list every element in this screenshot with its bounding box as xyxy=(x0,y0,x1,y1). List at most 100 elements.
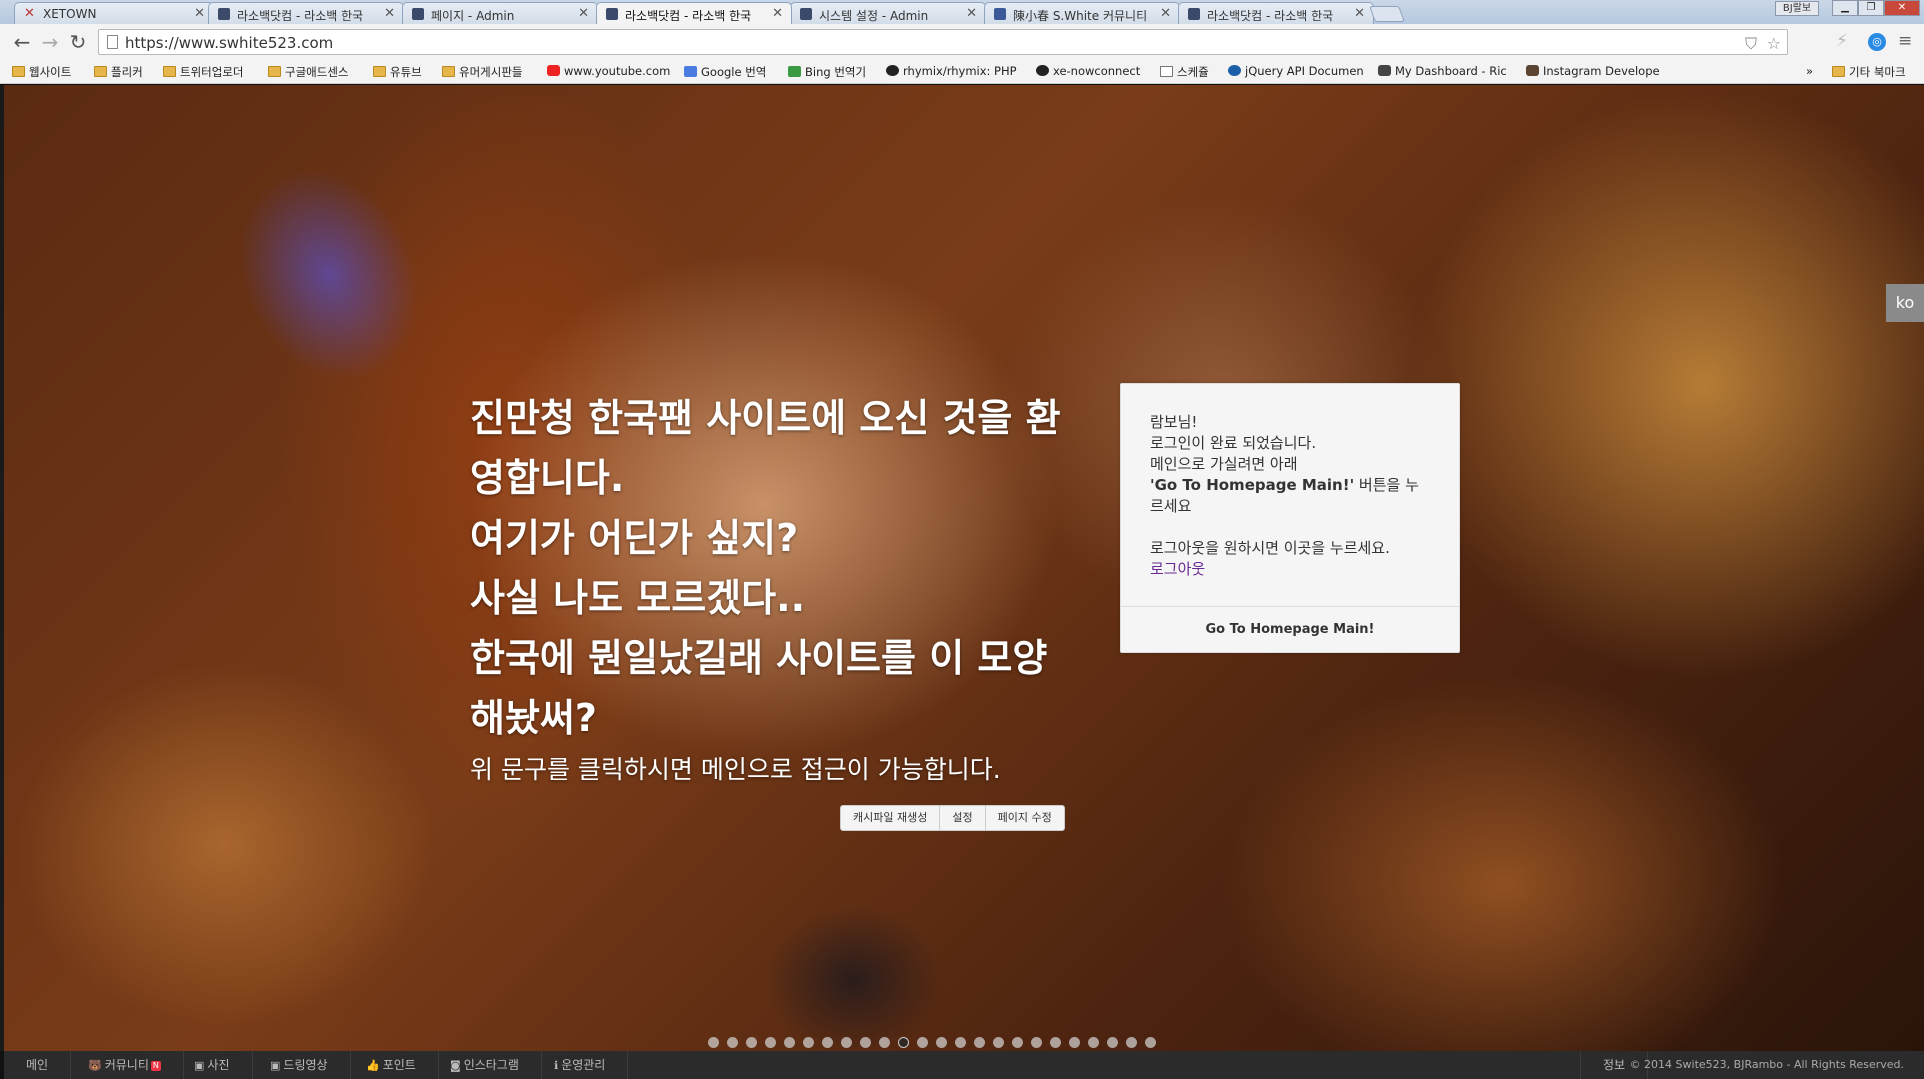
url-text[interactable]: https://www.swhite523.com xyxy=(125,34,333,52)
headline-line: 영합니다. xyxy=(470,456,625,500)
login-line: 르세요 xyxy=(1150,497,1192,515)
bookmarks-overflow-button[interactable]: » xyxy=(1806,64,1813,78)
slider-dot[interactable] xyxy=(708,1037,719,1048)
google-translate-icon xyxy=(684,66,697,77)
profile-button[interactable]: BJ랄보 xyxy=(1775,1,1819,16)
forward-icon[interactable]: → xyxy=(38,30,62,54)
slider-dot[interactable] xyxy=(936,1037,947,1048)
tab-system-settings[interactable]: 시스템 설정 - Admin ✕ xyxy=(790,2,986,24)
footer-point-link[interactable]: 👍 포인트 xyxy=(344,1051,439,1079)
bookmark-flickr[interactable]: 플리커 xyxy=(94,64,143,80)
window-close-icon[interactable]: ✕ xyxy=(1884,0,1920,16)
slider-dot[interactable] xyxy=(784,1037,795,1048)
bookmark-google-translate[interactable]: Google 번역 xyxy=(684,64,766,80)
maximize-icon[interactable]: ❐ xyxy=(1858,0,1884,16)
bookmark-instagram-developer[interactable]: Instagram Develope xyxy=(1526,64,1660,78)
extension-icon[interactable]: ◎ xyxy=(1868,33,1886,51)
site-icon xyxy=(606,8,618,20)
bookmark-youtube[interactable]: www.youtube.com xyxy=(547,64,670,78)
close-icon[interactable]: ✕ xyxy=(578,6,589,21)
footer-label: 드링영상 xyxy=(283,1058,328,1072)
hero-subline: 위 문구를 클릭하시면 메인으로 접근이 가능합니다. xyxy=(470,755,1001,784)
slider-pagination xyxy=(708,1037,1156,1048)
tab-page-admin[interactable]: 페이지 - Admin ✕ xyxy=(402,2,598,24)
reload-icon[interactable]: ↻ xyxy=(66,30,90,54)
slider-dot[interactable] xyxy=(1069,1037,1080,1048)
close-icon[interactable]: ✕ xyxy=(1160,6,1171,21)
bookmark-youtube-folder[interactable]: 유튜브 xyxy=(373,64,422,80)
slider-dot[interactable] xyxy=(860,1037,871,1048)
slider-dot[interactable] xyxy=(1012,1037,1023,1048)
slider-dot[interactable] xyxy=(822,1037,833,1048)
bookmark-bing-translator[interactable]: Bing 번역기 xyxy=(788,64,866,80)
site-icon xyxy=(412,8,424,20)
close-icon[interactable]: ✕ xyxy=(772,6,783,21)
close-icon[interactable]: ✕ xyxy=(1354,6,1365,21)
slider-dot[interactable] xyxy=(974,1037,985,1048)
slider-dot[interactable] xyxy=(1088,1037,1099,1048)
slider-dot[interactable] xyxy=(1145,1037,1156,1048)
tab-strip: ✕ XETOWN ✕ 라소백닷컴 - 라소백 한국 ✕ 페이지 - Admin … xyxy=(0,0,1924,24)
folder-icon xyxy=(268,66,281,77)
bookmark-schedule[interactable]: 스케쥴 xyxy=(1160,64,1209,80)
bookmark-rhymix[interactable]: rhymix/rhymix: PHP xyxy=(886,64,1017,78)
slider-dot[interactable] xyxy=(955,1037,966,1048)
star-icon[interactable]: ☆ xyxy=(1767,34,1781,53)
tab-swhite-1[interactable]: 라소백닷컴 - 라소백 한국 ✕ xyxy=(208,2,404,24)
lightning-icon[interactable]: ⚡ xyxy=(1836,31,1848,51)
regenerate-cache-button[interactable]: 캐시파일 재생성 xyxy=(841,806,941,830)
bookmark-twitter-uploader[interactable]: 트위터업로더 xyxy=(163,64,243,80)
bookmark-my-dashboard[interactable]: My Dashboard - Ric xyxy=(1378,64,1507,78)
slider-dot[interactable] xyxy=(1126,1037,1137,1048)
slider-dot[interactable] xyxy=(841,1037,852,1048)
slider-dot[interactable] xyxy=(898,1037,909,1048)
slider-dot[interactable] xyxy=(993,1037,1004,1048)
tab-xetown[interactable]: ✕ XETOWN ✕ xyxy=(14,2,214,24)
headline-line: 여기가 어딘가 싶지? xyxy=(470,516,799,560)
footer-main-link[interactable]: 메인 xyxy=(4,1051,72,1079)
tab-swhite-2[interactable]: 라소백닷컴 - 라소백 한국 ✕ xyxy=(1178,2,1374,24)
edit-page-button[interactable]: 페이지 수정 xyxy=(986,806,1064,830)
minimize-icon[interactable]: ▁ xyxy=(1832,0,1858,16)
tab-title: 페이지 - Admin xyxy=(431,9,515,23)
menu-icon[interactable]: ≡ xyxy=(1898,31,1912,51)
shield-icon[interactable]: ⛉ xyxy=(1745,34,1757,54)
bookmark-websites[interactable]: 웹사이트 xyxy=(12,64,71,80)
footer-community-link[interactable]: 🐻 커뮤니티 N xyxy=(66,1051,184,1079)
slider-dot[interactable] xyxy=(746,1037,757,1048)
bookmark-jquery-api[interactable]: jQuery API Documen xyxy=(1228,64,1364,78)
footer-instagram-link[interactable]: ◙ 인스타그램 xyxy=(428,1051,542,1079)
tab-swhite-active[interactable]: 라소백닷컴 - 라소백 한국 ✕ xyxy=(596,2,792,24)
footer-label: 인스타그램 xyxy=(463,1058,519,1072)
bookmark-humor-boards[interactable]: 유머게시판들 xyxy=(442,64,522,80)
footer-drama-video-link[interactable]: ▣ 드링영상 xyxy=(248,1051,351,1079)
address-bar[interactable]: https://www.swhite523.com ⛉ ☆ xyxy=(98,29,1788,55)
slider-dot[interactable] xyxy=(803,1037,814,1048)
slider-dot[interactable] xyxy=(1050,1037,1061,1048)
slider-dot[interactable] xyxy=(917,1037,928,1048)
go-to-homepage-button[interactable]: Go To Homepage Main! xyxy=(1121,607,1459,652)
new-tab-button[interactable] xyxy=(1369,6,1405,22)
bookmark-label: www.youtube.com xyxy=(564,64,671,78)
bookmark-label: 스케쥴 xyxy=(1177,65,1209,79)
close-icon[interactable]: ✕ xyxy=(966,6,977,21)
close-icon[interactable]: ✕ xyxy=(194,6,205,21)
welcome-headline-link[interactable]: 진만청 한국팬 사이트에 오신 것을 환 영합니다. 여기가 어딘가 싶지? 사… xyxy=(470,388,1090,748)
slider-dot[interactable] xyxy=(1031,1037,1042,1048)
headline-line: 해놨써? xyxy=(470,696,597,740)
tab-swhite-community[interactable]: 陳小春 S.White 커뮤니티 ✕ xyxy=(984,2,1180,24)
close-icon[interactable]: ✕ xyxy=(384,6,395,21)
footer-photo-link[interactable]: ▣ 사진 xyxy=(172,1051,253,1079)
language-button[interactable]: ko xyxy=(1886,284,1924,322)
slider-dot[interactable] xyxy=(879,1037,890,1048)
bookmark-xe-nowconnect[interactable]: xe-nowconnect xyxy=(1036,64,1140,78)
bookmark-adsense[interactable]: 구글애드센스 xyxy=(268,64,348,80)
settings-button[interactable]: 설정 xyxy=(940,806,986,830)
logout-link[interactable]: 로그아웃 xyxy=(1150,560,1205,578)
slider-dot[interactable] xyxy=(727,1037,738,1048)
back-icon[interactable]: ← xyxy=(10,30,34,54)
slider-dot[interactable] xyxy=(765,1037,776,1048)
footer-admin-link[interactable]: ℹ 운영관리 xyxy=(532,1051,629,1079)
slider-dot[interactable] xyxy=(1107,1037,1118,1048)
bookmark-other[interactable]: 기타 북마크 xyxy=(1832,64,1906,80)
